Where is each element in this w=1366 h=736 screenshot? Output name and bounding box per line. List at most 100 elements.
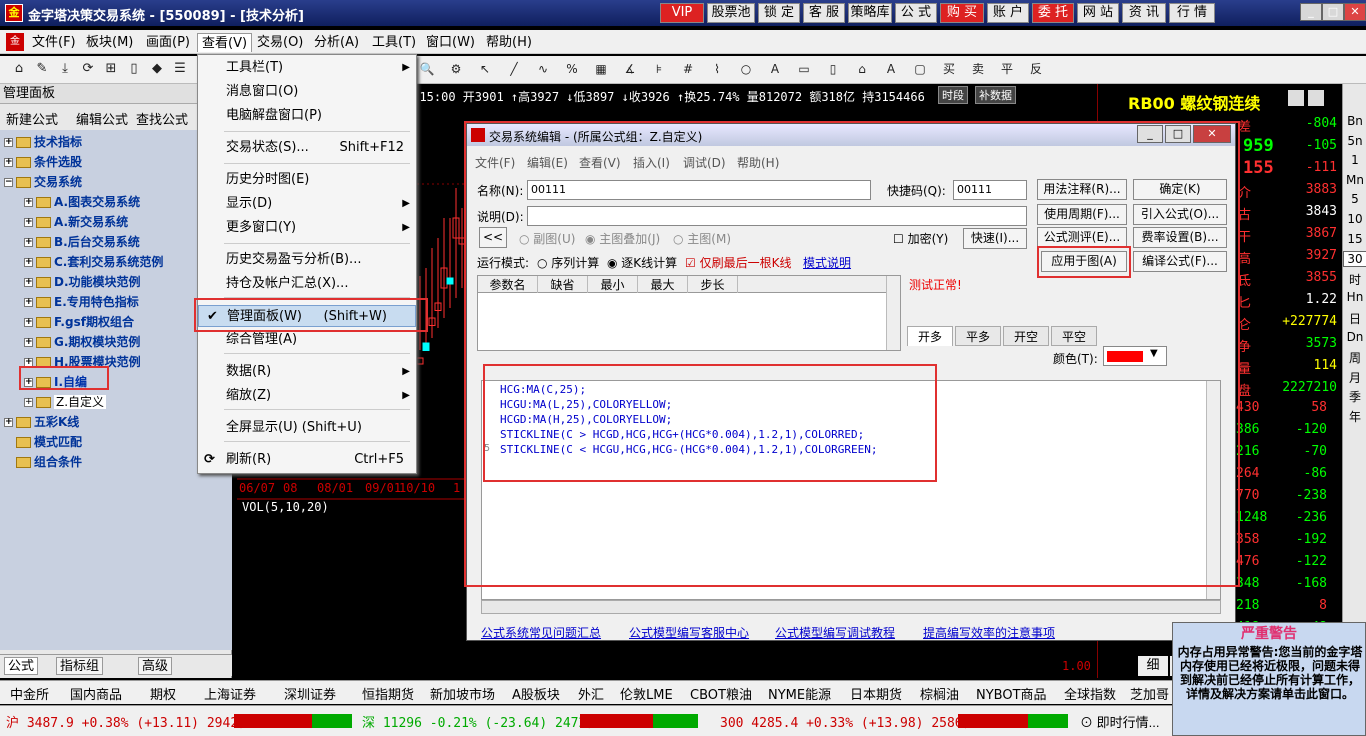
tree-node-5[interactable]: + B.后台交易系统 bbox=[24, 232, 140, 252]
menu-8[interactable]: 帮助(H) bbox=[482, 33, 536, 52]
realtime-msg[interactable]: ⊙ 即时行情... bbox=[1080, 712, 1159, 731]
market-tab-9[interactable]: 伦敦LME bbox=[620, 684, 673, 703]
chart-icon[interactable] bbox=[1288, 90, 1304, 106]
panel-action-0[interactable]: 新建公式 bbox=[6, 109, 58, 128]
tree-node-13[interactable]: + Z.自定义 bbox=[24, 392, 107, 412]
drawing-tool-icon-8[interactable]: ⊧ bbox=[650, 60, 668, 78]
period-tab-11[interactable]: Dn bbox=[1343, 330, 1366, 344]
top-button-2[interactable]: 锁 定 bbox=[758, 3, 800, 23]
menu-2[interactable]: 画面(P) bbox=[142, 33, 194, 52]
view-menu-item-13[interactable]: 全屏显示(U) (Shift+U) bbox=[198, 417, 416, 439]
view-menu-item-2[interactable]: 电脑解盘窗口(P) bbox=[198, 105, 416, 127]
market-tab-5[interactable]: 恒指期货 bbox=[362, 684, 414, 703]
view-menu-item-5[interactable]: 显示(D) ▶ bbox=[198, 193, 416, 215]
toolbar-icon-1[interactable]: ✎ bbox=[33, 60, 51, 78]
panel-tab-0[interactable]: 公式 bbox=[4, 657, 39, 675]
period-tab-7[interactable]: 30 bbox=[1343, 251, 1366, 268]
code-hscrollbar[interactable] bbox=[481, 600, 1221, 614]
period-tab-1[interactable]: 5n bbox=[1343, 134, 1366, 148]
drawing-tool-icon-1[interactable]: ⚙ bbox=[447, 60, 465, 78]
market-tab-0[interactable]: 中金所 bbox=[10, 684, 49, 703]
tree-node-8[interactable]: + E.专用特色指标 bbox=[24, 292, 139, 312]
drawing-tool-icon-14[interactable]: ▯ bbox=[824, 60, 842, 78]
tree-node-9[interactable]: + F.gsf期权组合 bbox=[24, 312, 134, 332]
market-tab-10[interactable]: CBOT粮油 bbox=[690, 684, 752, 703]
toolbar-icon-4[interactable]: ⊞ bbox=[102, 60, 120, 78]
tree-node-14[interactable]: + 五彩K线 bbox=[4, 412, 79, 432]
tree-expander-icon[interactable]: + bbox=[24, 258, 33, 267]
menu-7[interactable]: 窗口(W) bbox=[422, 33, 479, 52]
drawing-tool-icon-20[interactable]: 平 bbox=[998, 60, 1016, 78]
drawing-tool-icon-9[interactable]: # bbox=[679, 60, 697, 78]
top-button-4[interactable]: 策略库 bbox=[848, 3, 892, 23]
period-tab-0[interactable]: Bn bbox=[1343, 114, 1366, 128]
market-tab-2[interactable]: 期权 bbox=[150, 684, 176, 703]
period-tab-4[interactable]: 5 bbox=[1343, 192, 1366, 206]
tree-expander-icon[interactable]: + bbox=[24, 318, 33, 327]
market-tab-11[interactable]: NYME能源 bbox=[768, 684, 831, 703]
view-menu-item-4[interactable]: 历史分时图(E) bbox=[198, 169, 416, 191]
tree-node-15[interactable]: 模式匹配 bbox=[4, 432, 82, 452]
tree-expander-icon[interactable]: + bbox=[24, 398, 33, 407]
tree-expander-icon[interactable]: + bbox=[24, 338, 33, 347]
tree-node-4[interactable]: + A.新交易系统 bbox=[24, 212, 128, 232]
drawing-tool-icon-10[interactable]: ⌇ bbox=[708, 60, 726, 78]
drawing-tool-icon-21[interactable]: 反 bbox=[1027, 60, 1045, 78]
market-tab-13[interactable]: 棕榈油 bbox=[920, 684, 959, 703]
period-tab-2[interactable]: 1 bbox=[1343, 153, 1366, 167]
menu-6[interactable]: 工具(T) bbox=[368, 33, 420, 52]
maximize-button[interactable]: □ bbox=[1322, 3, 1344, 21]
market-tab-16[interactable]: 芝加哥 bbox=[1130, 684, 1169, 703]
drawing-tool-icon-16[interactable]: A bbox=[882, 60, 900, 78]
top-button-7[interactable]: 账 户 bbox=[987, 3, 1029, 23]
drawing-tool-icon-3[interactable]: ╱ bbox=[505, 60, 523, 78]
market-tab-14[interactable]: NYBOT商品 bbox=[976, 684, 1047, 703]
drawing-tool-icon-17[interactable]: ▢ bbox=[911, 60, 929, 78]
toolbar-icon-0[interactable]: ⌂ bbox=[10, 60, 28, 78]
view-menu-item-10[interactable]: 综合管理(A) bbox=[198, 329, 416, 351]
help-link-2[interactable]: 公式模型编写调试教程 bbox=[775, 624, 895, 641]
app-menu-icon[interactable]: 金 bbox=[6, 33, 24, 51]
toolbar-icon-6[interactable]: ◆ bbox=[148, 60, 166, 78]
panel-tab-2[interactable]: 高级 bbox=[138, 657, 173, 675]
period-tab-9[interactable]: Hn bbox=[1343, 290, 1366, 304]
tree-expander-icon[interactable]: + bbox=[4, 138, 13, 147]
market-tab-12[interactable]: 日本期货 bbox=[850, 684, 902, 703]
tree-expander-icon[interactable]: − bbox=[4, 178, 13, 187]
drawing-tool-icon-6[interactable]: ▦ bbox=[592, 60, 610, 78]
view-menu-item-0[interactable]: 工具栏(T) ▶ bbox=[198, 57, 416, 79]
toolbar-icon-2[interactable]: ⤓ bbox=[56, 60, 74, 78]
period-tab-8[interactable]: 时 bbox=[1343, 271, 1366, 288]
fill-data-button[interactable]: 补数据 bbox=[975, 86, 1016, 104]
drawing-tool-icon-7[interactable]: ∡ bbox=[621, 60, 639, 78]
top-button-9[interactable]: 网 站 bbox=[1077, 3, 1119, 23]
view-menu-item-14[interactable]: 刷新(R) Ctrl+F5 ⟳ bbox=[198, 449, 416, 471]
top-button-5[interactable]: 公 式 bbox=[895, 3, 937, 23]
minimize-button[interactable]: _ bbox=[1300, 3, 1322, 21]
period-tab-10[interactable]: 日 bbox=[1343, 310, 1366, 327]
top-button-8[interactable]: 委 托 bbox=[1032, 3, 1074, 23]
list-icon[interactable] bbox=[1308, 90, 1324, 106]
menu-5[interactable]: 分析(A) bbox=[310, 33, 363, 52]
tree-node-1[interactable]: + 条件选股 bbox=[4, 152, 82, 172]
tree-node-3[interactable]: + A.图表交易系统 bbox=[24, 192, 140, 212]
top-button-6[interactable]: 购 买 bbox=[940, 3, 984, 23]
drawing-tool-icon-18[interactable]: 买 bbox=[940, 60, 958, 78]
tree-expander-icon[interactable]: + bbox=[4, 158, 13, 167]
period-tab-3[interactable]: Mn bbox=[1343, 173, 1366, 187]
market-tab-8[interactable]: 外汇 bbox=[578, 684, 604, 703]
help-link-1[interactable]: 公式模型编写客服中心 bbox=[629, 624, 749, 641]
period-tab-12[interactable]: 周 bbox=[1343, 349, 1366, 366]
period-tab-6[interactable]: 15 bbox=[1343, 232, 1366, 246]
tree-expander-icon[interactable]: + bbox=[4, 418, 13, 427]
drawing-tool-icon-0[interactable]: 🔍 bbox=[418, 60, 436, 78]
market-tab-4[interactable]: 深圳证券 bbox=[284, 684, 336, 703]
period-tab-14[interactable]: 季 bbox=[1343, 388, 1366, 405]
view-menu-item-6[interactable]: 更多窗口(Y) ▶ bbox=[198, 217, 416, 239]
market-tab-6[interactable]: 新加坡市场 bbox=[430, 684, 495, 703]
drawing-tool-icon-2[interactable]: ↖ bbox=[476, 60, 494, 78]
panel-action-1[interactable]: 编辑公式 bbox=[76, 109, 128, 128]
panel-tab-1[interactable]: 指标组 bbox=[56, 657, 104, 675]
period-button[interactable]: 时段 bbox=[938, 86, 968, 104]
drawing-tool-icon-12[interactable]: A bbox=[766, 60, 784, 78]
